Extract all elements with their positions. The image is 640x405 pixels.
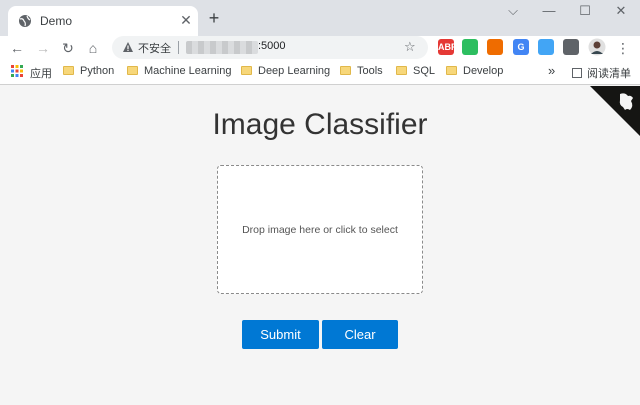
evernote-icon[interactable] xyxy=(462,39,478,55)
puzzle-icon[interactable] xyxy=(563,39,579,55)
apps-icon xyxy=(11,65,23,77)
bookmark-folder[interactable]: Tools xyxy=(340,65,383,80)
forward-button[interactable]: → xyxy=(32,37,54,59)
tab-close-icon[interactable]: ✕ xyxy=(178,12,194,28)
close-window-button[interactable]: ✕ xyxy=(604,0,638,24)
dropzone-text: Drop image here or click to select xyxy=(242,223,398,236)
bookmark-folder[interactable]: Deep Learning xyxy=(241,65,330,80)
menu-icon[interactable]: ⋮ xyxy=(612,37,634,59)
page-title: Image Classifier xyxy=(212,108,428,141)
address-bar[interactable]: 不安全 :5000 ☆ xyxy=(112,36,428,59)
bookmark-apps[interactable]: 应用 xyxy=(30,65,52,80)
image-dropzone[interactable]: Drop image here or click to select xyxy=(217,165,423,294)
blurred-host xyxy=(186,41,258,54)
bookmark-folder[interactable]: Python xyxy=(63,65,114,80)
folder-icon xyxy=(446,66,457,75)
bookmark-folder[interactable]: Machine Learning xyxy=(127,65,231,80)
tab-strip: Demo ✕ + ⌵ — ☐ ✕ xyxy=(0,0,640,36)
reading-list-icon xyxy=(572,68,582,78)
folder-icon xyxy=(63,66,74,75)
home-button[interactable]: ⌂ xyxy=(82,37,104,59)
github-corner-icon[interactable] xyxy=(590,86,640,136)
folder-icon xyxy=(241,66,252,75)
globe-icon xyxy=(19,15,31,27)
bookmark-folder[interactable]: SQL xyxy=(396,65,435,80)
tab-search-icon[interactable]: ⌵ xyxy=(496,0,530,24)
avatar[interactable] xyxy=(588,38,606,56)
abp-icon[interactable]: ABP xyxy=(438,39,457,55)
folder-icon xyxy=(127,66,138,75)
bookmark-folder[interactable]: Develop xyxy=(446,65,503,80)
bookmarks-bar: 应用 Python Machine Learning Deep Learning… xyxy=(0,60,640,85)
tab-title: Demo xyxy=(40,14,73,28)
pen-icon[interactable] xyxy=(538,39,554,55)
tree-icon[interactable] xyxy=(487,39,503,55)
minimize-button[interactable]: — xyxy=(532,0,566,24)
clear-button[interactable]: Clear xyxy=(322,320,398,349)
reading-list[interactable]: 阅读清单 xyxy=(572,65,631,80)
folder-icon xyxy=(340,66,351,75)
folder-icon xyxy=(396,66,407,75)
translate-icon[interactable]: G xyxy=(513,39,529,55)
separator xyxy=(178,41,179,54)
insecure-label[interactable]: 不安全 xyxy=(138,40,171,56)
page-content: Image Classifier Drop image here or clic… xyxy=(0,86,640,405)
back-button[interactable]: ← xyxy=(6,37,28,59)
new-tab-button[interactable]: + xyxy=(204,8,224,28)
warning-icon xyxy=(123,42,133,52)
maximize-button[interactable]: ☐ xyxy=(568,0,602,24)
more-bookmarks-icon[interactable]: » xyxy=(548,63,555,78)
tab-demo[interactable]: Demo ✕ xyxy=(8,6,198,36)
reload-button[interactable]: ↻ xyxy=(57,37,79,59)
star-icon[interactable]: ☆ xyxy=(404,39,416,55)
submit-button[interactable]: Submit xyxy=(242,320,319,349)
browser-toolbar: ← → ↻ ⌂ 不安全 :5000 ☆ ABP G ⋮ xyxy=(0,36,640,60)
url-text: :5000 xyxy=(258,40,286,52)
